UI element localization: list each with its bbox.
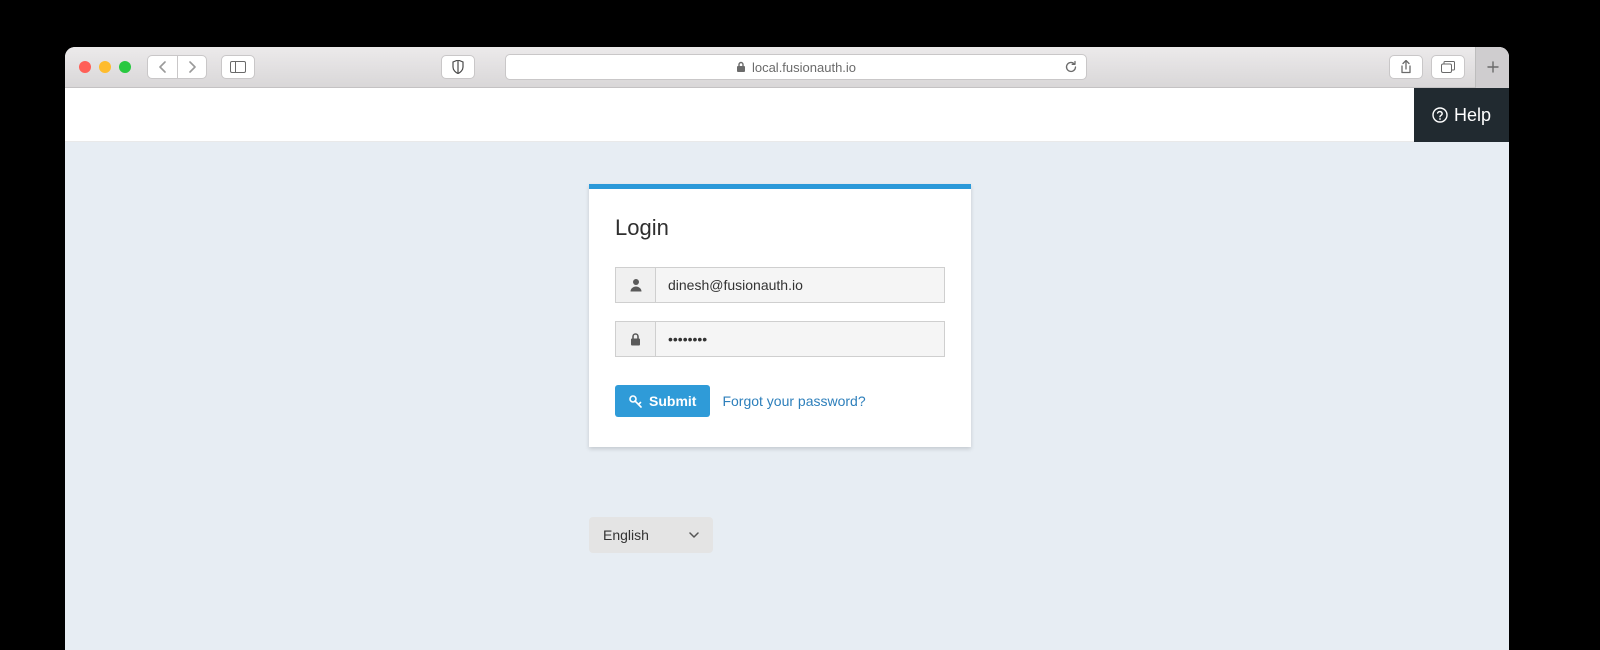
user-addon [615,267,655,303]
help-icon [1432,107,1448,123]
password-input-group [615,321,945,357]
nav-buttons [147,55,207,79]
sidebar-toggle-button[interactable] [221,55,255,79]
login-title: Login [615,215,945,241]
lock-icon [736,61,746,73]
browser-toolbar: local.fusionauth.io [65,47,1509,88]
address-bar[interactable]: local.fusionauth.io [505,54,1087,80]
language-select[interactable]: English [589,517,713,553]
password-field[interactable] [655,321,945,357]
browser-window: local.fusionauth.io Help Login [65,47,1509,650]
chevron-down-icon [689,532,699,538]
tabs-button[interactable] [1431,55,1465,79]
toolbar-right [1389,47,1495,88]
chevron-right-icon [188,61,197,73]
user-icon [630,278,642,292]
window-close-button[interactable] [79,61,91,73]
help-label: Help [1454,105,1491,126]
reload-icon [1064,60,1078,74]
forward-button[interactable] [177,55,207,79]
actions-row: Submit Forgot your password? [615,385,945,417]
window-minimize-button[interactable] [99,61,111,73]
app-header: Help [65,88,1509,142]
window-zoom-button[interactable] [119,61,131,73]
chevron-left-icon [158,61,167,73]
lock-icon [630,333,641,346]
lock-addon [615,321,655,357]
shield-icon [452,60,464,74]
url-text: local.fusionauth.io [752,60,856,75]
language-selected-label: English [603,527,649,543]
email-input-group [615,267,945,303]
traffic-lights [79,61,131,73]
login-card: Login Submit [589,184,971,447]
key-icon [629,395,642,408]
plus-icon [1487,61,1499,73]
page-body: Login Submit [65,142,1509,650]
privacy-shield-button[interactable] [441,55,475,79]
help-button[interactable]: Help [1414,88,1509,142]
tabs-icon [1441,61,1455,73]
forgot-password-link[interactable]: Forgot your password? [722,393,865,409]
email-field[interactable] [655,267,945,303]
submit-label: Submit [649,393,696,409]
submit-button[interactable]: Submit [615,385,710,417]
sidebar-icon [230,61,246,73]
reload-button[interactable] [1064,60,1078,74]
new-tab-button[interactable] [1475,47,1509,88]
back-button[interactable] [147,55,177,79]
share-icon [1400,60,1412,74]
share-button[interactable] [1389,55,1423,79]
